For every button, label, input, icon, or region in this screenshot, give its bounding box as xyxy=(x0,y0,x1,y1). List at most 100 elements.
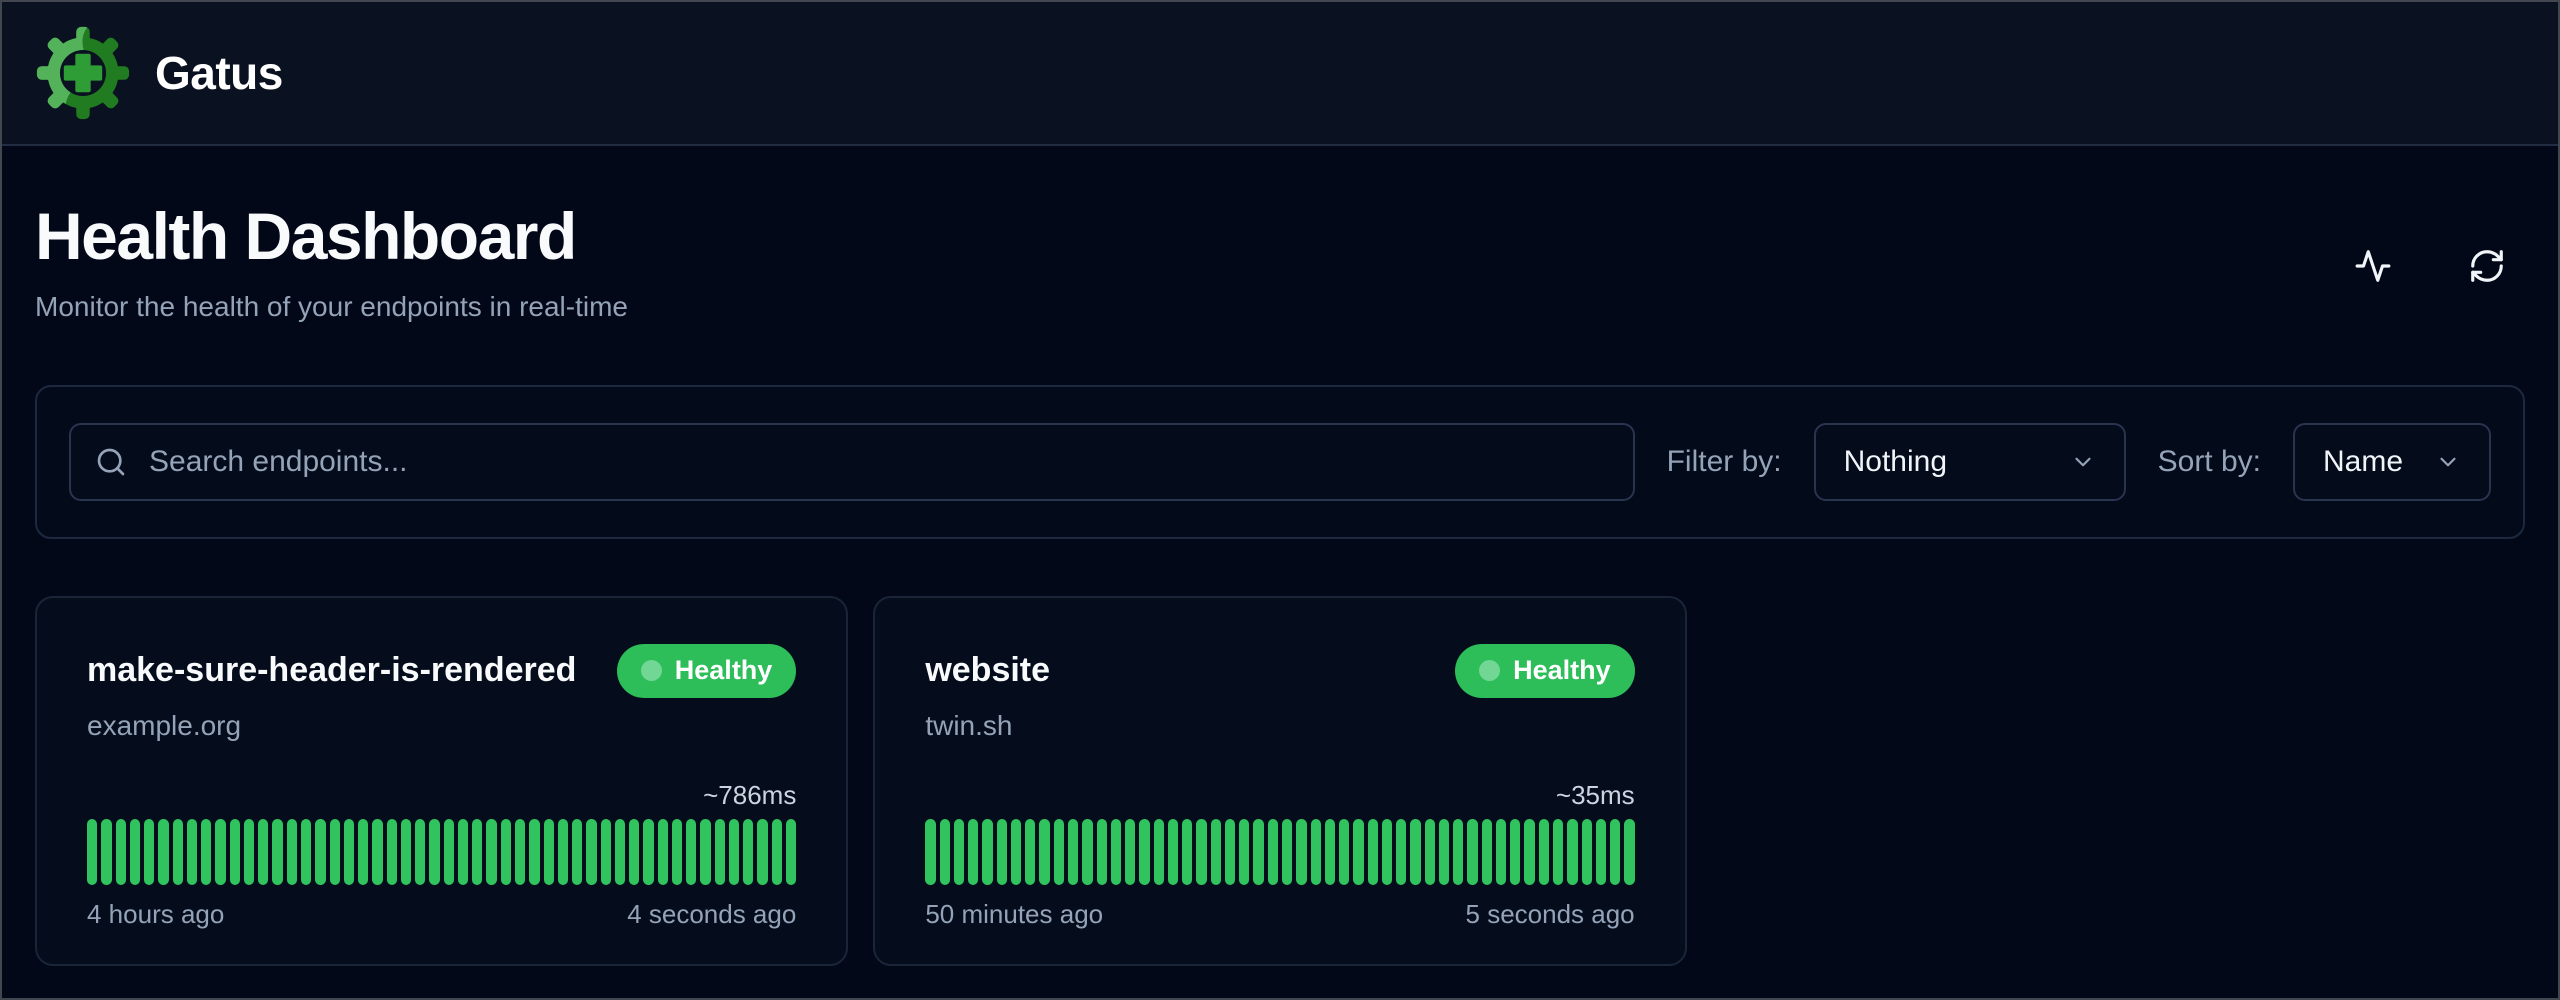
status-label: Healthy xyxy=(675,655,773,686)
history-bar xyxy=(1311,819,1321,885)
history-bar xyxy=(501,819,511,885)
history-bar xyxy=(1296,819,1306,885)
history-bar xyxy=(1453,819,1463,885)
history-bar xyxy=(1196,819,1206,885)
history-bar xyxy=(1610,819,1620,885)
history-bar xyxy=(287,819,297,885)
history-bar xyxy=(686,819,696,885)
history-bar xyxy=(1382,819,1392,885)
endpoint-name: make-sure-header-is-rendered xyxy=(87,651,576,690)
filter-select[interactable]: Nothing xyxy=(1814,423,2126,501)
endpoint-card[interactable]: website Healthy twin.sh ~35ms 50 minutes… xyxy=(873,596,1686,966)
history-bar xyxy=(1097,819,1107,885)
refresh-icon[interactable] xyxy=(2467,246,2507,286)
history-bar xyxy=(940,819,950,885)
history-bar xyxy=(515,819,525,885)
newest-result-timestamp: 4 seconds ago xyxy=(627,899,796,930)
history-bar xyxy=(116,819,126,885)
history-bar xyxy=(1353,819,1363,885)
app-header: Gatus xyxy=(2,2,2558,146)
title-actions xyxy=(2353,246,2507,286)
history-bar xyxy=(387,819,397,885)
chevron-down-icon xyxy=(2435,449,2461,475)
history-bar xyxy=(615,819,625,885)
endpoint-card-footer: 4 hours ago 4 seconds ago xyxy=(87,899,796,930)
history-bar xyxy=(1439,819,1449,885)
history-bar xyxy=(729,819,739,885)
history-bar xyxy=(1025,819,1035,885)
history-bar xyxy=(601,819,611,885)
status-badge: Healthy xyxy=(617,644,797,698)
oldest-result-timestamp: 4 hours ago xyxy=(87,899,224,930)
history-bar xyxy=(1410,819,1420,885)
page-title: Health Dashboard xyxy=(35,200,628,273)
history-bar xyxy=(1339,819,1349,885)
history-bar xyxy=(130,819,140,885)
history-bar xyxy=(315,819,325,885)
history-bar xyxy=(358,819,368,885)
history-bar xyxy=(101,819,111,885)
history-bar xyxy=(301,819,311,885)
history-bar xyxy=(1139,819,1149,885)
oldest-result-timestamp: 50 minutes ago xyxy=(925,899,1103,930)
history-bar xyxy=(1582,819,1592,885)
history-bar xyxy=(1068,819,1078,885)
history-bar xyxy=(201,819,211,885)
history-bar xyxy=(429,819,439,885)
history-bar xyxy=(158,819,168,885)
search-box[interactable] xyxy=(69,423,1635,501)
page-subtitle: Monitor the health of your endpoints in … xyxy=(35,291,628,323)
history-bar xyxy=(1553,819,1563,885)
status-dot-icon xyxy=(641,660,662,681)
endpoint-host: example.org xyxy=(87,710,796,742)
gatus-dashboard-screen: Gatus Health Dashboard Monitor the healt… xyxy=(0,0,2560,1000)
sort-select[interactable]: Name xyxy=(2293,423,2491,501)
history-bar xyxy=(344,819,354,885)
status-badge: Healthy xyxy=(1455,644,1635,698)
status-dot-icon xyxy=(1479,660,1500,681)
endpoint-card[interactable]: make-sure-header-is-rendered Healthy exa… xyxy=(35,596,848,966)
history-bar xyxy=(215,819,225,885)
history-bar xyxy=(230,819,240,885)
sort-by-label: Sort by: xyxy=(2158,445,2261,479)
history-bar xyxy=(472,819,482,885)
history-bar xyxy=(244,819,254,885)
history-bar xyxy=(1482,819,1492,885)
history-bar xyxy=(1624,819,1634,885)
history-bar xyxy=(1325,819,1335,885)
history-bar xyxy=(1467,819,1477,885)
history-bar xyxy=(272,819,282,885)
history-bar xyxy=(401,819,411,885)
history-bar xyxy=(1425,819,1435,885)
history-bar xyxy=(1524,819,1534,885)
history-bar xyxy=(1225,819,1235,885)
sort-select-value: Name xyxy=(2323,445,2403,479)
history-bar xyxy=(643,819,653,885)
activity-icon[interactable] xyxy=(2353,246,2393,286)
history-bar xyxy=(558,819,568,885)
status-label: Healthy xyxy=(1513,655,1611,686)
history-bar xyxy=(1154,819,1164,885)
history-bar xyxy=(87,819,97,885)
history-bar xyxy=(1182,819,1192,885)
history-bar xyxy=(1567,819,1577,885)
history-bar xyxy=(1282,819,1292,885)
history-bar xyxy=(658,819,668,885)
history-bar xyxy=(1054,819,1064,885)
history-bar xyxy=(1125,819,1135,885)
response-history-bars xyxy=(925,819,1634,885)
history-bar xyxy=(968,819,978,885)
history-bar xyxy=(1253,819,1263,885)
history-bar xyxy=(1596,819,1606,885)
response-time-label: ~786ms xyxy=(87,780,796,811)
history-bar xyxy=(1510,819,1520,885)
endpoint-card-head: website Healthy xyxy=(925,644,1634,698)
search-input[interactable] xyxy=(149,445,1609,479)
search-icon xyxy=(95,446,127,478)
history-bar xyxy=(1239,819,1249,885)
history-bar xyxy=(187,819,197,885)
chevron-down-icon xyxy=(2070,449,2096,475)
history-bar xyxy=(1082,819,1092,885)
history-bar xyxy=(925,819,935,885)
history-bar xyxy=(772,819,782,885)
